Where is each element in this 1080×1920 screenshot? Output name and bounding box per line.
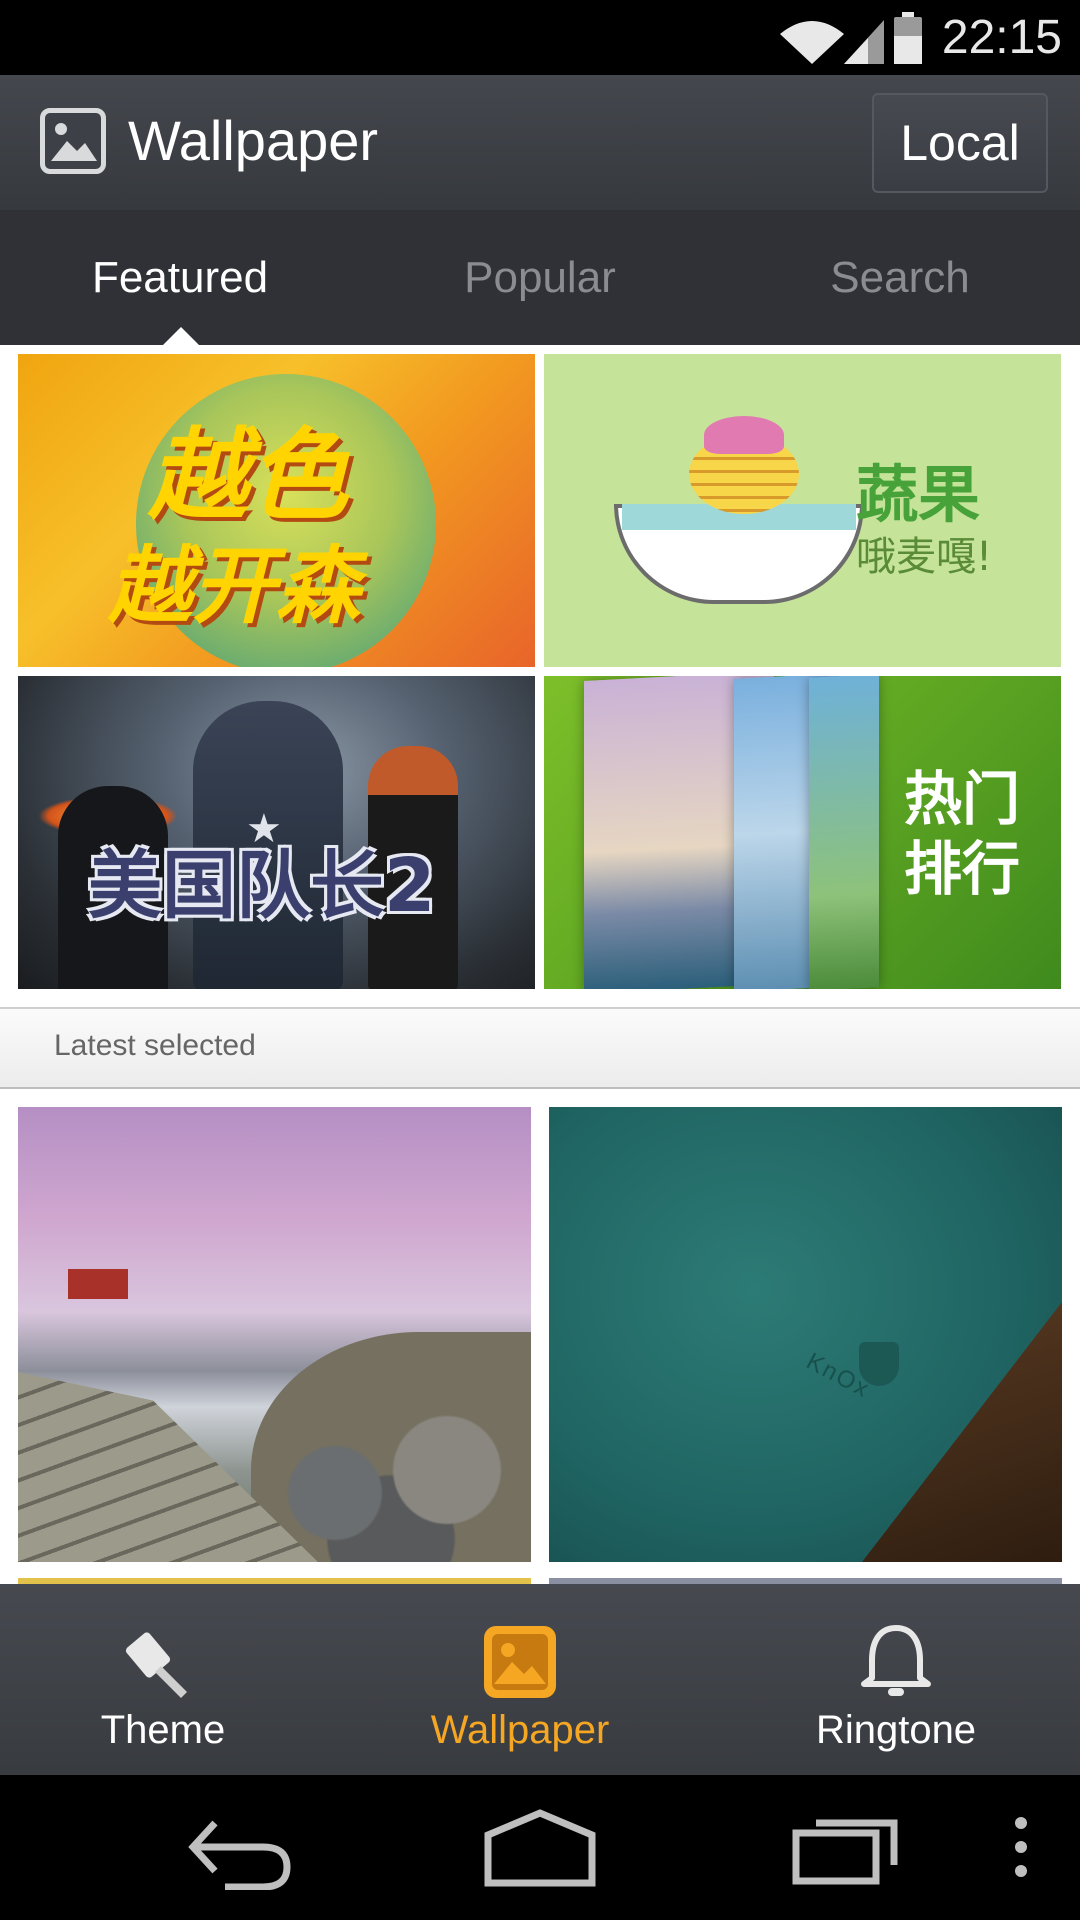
banner-text-line-2: 越开森 [108, 537, 361, 635]
image-icon [484, 1626, 556, 1698]
nav-ringtone[interactable]: Ringtone [746, 1584, 1046, 1775]
featured-banner-3[interactable]: ★ 美国队长2 [18, 676, 535, 989]
preview-card-3 [809, 676, 879, 989]
home-icon[interactable] [482, 1805, 598, 1890]
banner-title-line-1: 热门 [904, 765, 1021, 833]
tab-bar: Featured Popular Search [0, 210, 1080, 345]
rocks [251, 1332, 531, 1562]
nav-wallpaper[interactable]: Wallpaper [370, 1584, 670, 1775]
system-navigation-bar [0, 1775, 1080, 1920]
signal-icon [844, 20, 884, 64]
banner-text-line-1: 越色 [148, 417, 348, 534]
clock: 22:15 [941, 11, 1062, 64]
recents-icon[interactable] [790, 1805, 900, 1890]
local-button[interactable]: Local [872, 93, 1048, 193]
status-icons [780, 12, 922, 64]
banner-subtitle: 哦麦嘎! [856, 534, 993, 580]
brush-icon [125, 1632, 187, 1698]
section-title: Latest selected [54, 1029, 256, 1062]
banner-title: 热门 排行 [904, 764, 1020, 904]
cap-illustration [704, 416, 784, 454]
red-house [68, 1269, 128, 1299]
battery-icon [894, 12, 922, 64]
wallpaper-thumbnail[interactable] [18, 1107, 531, 1562]
bell-icon [861, 1625, 931, 1696]
tab-search[interactable]: Search [720, 210, 1080, 345]
nav-label: Theme [100, 1708, 226, 1752]
tab-featured[interactable]: Featured [0, 210, 360, 345]
status-bar: 22:15 [0, 0, 1080, 75]
featured-banner-4[interactable]: 热门 排行 [544, 676, 1061, 989]
tab-popular[interactable]: Popular [360, 210, 720, 345]
back-icon[interactable] [185, 1805, 295, 1890]
banner-title: 美国队长2 [88, 843, 436, 929]
wallpaper-thumbnail[interactable]: KnOx [549, 1107, 1062, 1562]
nav-label: Wallpaper [430, 1708, 610, 1752]
banner-title-line-2: 排行 [904, 835, 1021, 903]
app-bar: Wallpaper Local [0, 75, 1080, 210]
wifi-icon [780, 21, 844, 64]
wood-surface [862, 1302, 1062, 1562]
nav-theme[interactable]: Theme [13, 1584, 313, 1775]
section-header: Latest selected [0, 1007, 1080, 1089]
image-icon [40, 108, 106, 174]
page-title: Wallpaper [128, 109, 379, 172]
menu-icon[interactable] [1006, 1805, 1036, 1890]
bottom-navigation: Theme Wallpaper Ringtone [0, 1584, 1080, 1775]
nav-label: Ringtone [815, 1708, 977, 1752]
featured-banner-2[interactable]: 蔬果 哦麦嘎! [544, 354, 1061, 667]
banner-title: 蔬果 [856, 458, 981, 531]
active-tab-indicator [163, 327, 199, 345]
featured-banner-1[interactable]: 越色 越开森 [18, 354, 535, 667]
